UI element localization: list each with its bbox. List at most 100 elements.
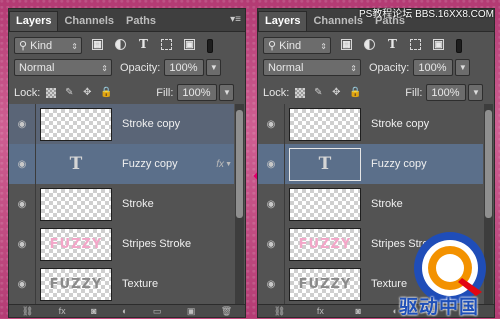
lock-transparency-icon[interactable] (46, 87, 57, 98)
lock-position-move-icon[interactable]: ✥ (82, 87, 92, 98)
shape-filter-icon[interactable] (410, 38, 421, 50)
updown-arrow-icon: ⇕ (320, 42, 327, 51)
add-style-icon[interactable]: fx (59, 306, 66, 316)
scroll-thumb[interactable] (485, 110, 492, 218)
filter-row: ⚲ Kind ⇕ ▦ T ▣ (258, 37, 494, 54)
layer-name: Stroke copy (122, 118, 181, 130)
filter-toggle-icon[interactable] (207, 38, 213, 53)
layer-row[interactable]: ◉ Stroke copy (9, 104, 234, 145)
layer-row[interactable]: ◉ FUZZY Texture (9, 264, 234, 305)
visibility-eye-icon[interactable]: ◉ (258, 184, 285, 224)
add-mask-icon[interactable]: ◙ (355, 306, 360, 316)
layer-name: Stripes Stroke (122, 238, 192, 250)
new-group-icon[interactable]: ▭ (153, 306, 162, 317)
layer-row[interactable]: ◉ FUZZY Stripes Stroke (9, 224, 234, 265)
new-adjustment-icon[interactable]: ◐ (122, 306, 127, 316)
tab-paths[interactable]: Paths (120, 12, 162, 31)
add-mask-icon[interactable]: ◙ (91, 306, 96, 316)
tab-channels[interactable]: Channels (58, 12, 120, 31)
lock-label: Lock: (263, 86, 290, 99)
layers-scrollbar[interactable] (235, 104, 244, 304)
type-filter-icon[interactable]: T (387, 37, 398, 51)
updown-arrow-icon: ⇕ (350, 64, 357, 73)
pixel-filter-icon[interactable]: ▦ (341, 38, 352, 50)
opacity-input[interactable]: 100% (413, 59, 454, 76)
adjustment-filter-icon[interactable] (115, 38, 126, 50)
layer-row[interactable]: ◉ T Fuzzy copy (258, 144, 483, 185)
type-layer-thumbnail: T (69, 154, 83, 174)
blend-mode-value: Normal (19, 62, 55, 74)
tab-layers[interactable]: Layers (9, 11, 59, 31)
blend-mode-select[interactable]: Normal ⇕ (263, 59, 361, 76)
opacity-input[interactable]: 100% (164, 59, 205, 76)
type-filter-icon[interactable]: T (138, 37, 149, 51)
link-layers-icon[interactable]: ⛓ (22, 306, 33, 317)
layer-thumbnail: FUZZY (40, 267, 112, 301)
panel-footer: ⛓ fx ◙ ◐ ▭ ▣ 🗑 (9, 304, 245, 317)
link-layers-icon[interactable]: ⛓ (274, 306, 285, 317)
expand-effects-icon[interactable]: ▼ (225, 161, 232, 168)
opacity-dropdown-button[interactable]: ▼ (206, 59, 222, 76)
layer-name: Fuzzy copy (371, 158, 427, 170)
layer-name: Stroke (371, 198, 403, 210)
layer-row[interactable]: ◉ Stroke copy (258, 104, 483, 145)
layer-thumbnail (289, 107, 361, 141)
layer-name: Texture (122, 278, 159, 290)
visibility-eye-icon[interactable]: ◉ (9, 104, 36, 144)
lock-all-icon[interactable]: 🔒 (349, 87, 361, 98)
blend-row: Normal ⇕ Opacity: 100% ▼ (9, 59, 245, 76)
add-style-icon[interactable]: fx (317, 306, 324, 316)
visibility-eye-icon[interactable]: ◉ (9, 144, 36, 184)
layer-name: Texture (371, 278, 408, 290)
panel-tabbar: Layers Channels Paths ▾≡ (9, 9, 245, 32)
visibility-eye-icon[interactable]: ◉ (258, 264, 285, 304)
opacity-dropdown-button[interactable]: ▼ (455, 59, 471, 76)
panel-menu-icon[interactable]: ▾≡ (230, 14, 241, 25)
visibility-eye-icon[interactable]: ◉ (258, 104, 285, 144)
kind-filter-select[interactable]: ⚲ Kind ⇕ (14, 37, 82, 54)
new-layer-icon[interactable]: ▣ (187, 306, 196, 317)
smart-object-filter-icon[interactable]: ▣ (184, 38, 195, 50)
adjustment-filter-icon[interactable] (364, 38, 375, 50)
layer-row[interactable]: ◉ Stroke (9, 184, 234, 225)
opacity-label: Opacity: (120, 61, 161, 74)
filter-toggle-icon[interactable] (456, 38, 462, 53)
visibility-eye-icon[interactable]: ◉ (9, 224, 36, 264)
delete-layer-icon[interactable]: 🗑 (221, 306, 232, 317)
filter-row: ⚲ Kind ⇕ ▦ T ▣ (9, 37, 245, 54)
lock-image-brush-icon[interactable]: ✎ (64, 87, 74, 98)
fill-dropdown-button[interactable]: ▼ (468, 84, 484, 101)
blend-mode-select[interactable]: Normal ⇕ (14, 59, 112, 76)
opacity-label: Opacity: (369, 61, 410, 74)
visibility-eye-icon[interactable]: ◉ (258, 224, 285, 264)
fill-input[interactable]: 100% (177, 84, 218, 101)
lock-position-move-icon[interactable]: ✥ (331, 87, 341, 98)
smart-object-filter-icon[interactable]: ▣ (433, 38, 444, 50)
layer-row[interactable]: ◉ Stroke (258, 184, 483, 225)
layer-thumbnail: FUZZY (289, 267, 361, 301)
fill-input[interactable]: 100% (426, 84, 467, 101)
search-icon: ⚲ (19, 40, 31, 52)
visibility-eye-icon[interactable]: ◉ (258, 144, 285, 184)
layer-effects-icon[interactable]: fx (216, 159, 224, 170)
lock-transparency-icon[interactable] (295, 87, 306, 98)
shape-filter-icon[interactable] (161, 38, 172, 50)
blend-mode-value: Normal (268, 62, 304, 74)
kind-label: Kind (30, 40, 53, 52)
visibility-eye-icon[interactable]: ◉ (9, 264, 36, 304)
layer-row[interactable]: ◉ T Fuzzy copy fx ▼ (9, 144, 234, 185)
tab-layers[interactable]: Layers (258, 11, 308, 31)
layer-thumbnail (40, 107, 112, 141)
layers-panel-left: Layers Channels Paths ▾≡ ⚲ Kind ⇕ ▦ T ▣ … (8, 8, 246, 318)
layer-name: Fuzzy copy (122, 158, 178, 170)
visibility-eye-icon[interactable]: ◉ (9, 184, 36, 224)
kind-filter-select[interactable]: ⚲ Kind ⇕ (263, 37, 331, 54)
thumbnail-text: FUZZY (298, 236, 352, 252)
lock-all-icon[interactable]: 🔒 (100, 87, 112, 98)
thumbnail-text: FUZZY (298, 276, 352, 292)
search-icon: ⚲ (268, 40, 280, 52)
pixel-filter-icon[interactable]: ▦ (92, 38, 103, 50)
scroll-thumb[interactable] (236, 110, 243, 218)
lock-image-brush-icon[interactable]: ✎ (313, 87, 323, 98)
fill-dropdown-button[interactable]: ▼ (219, 84, 235, 101)
